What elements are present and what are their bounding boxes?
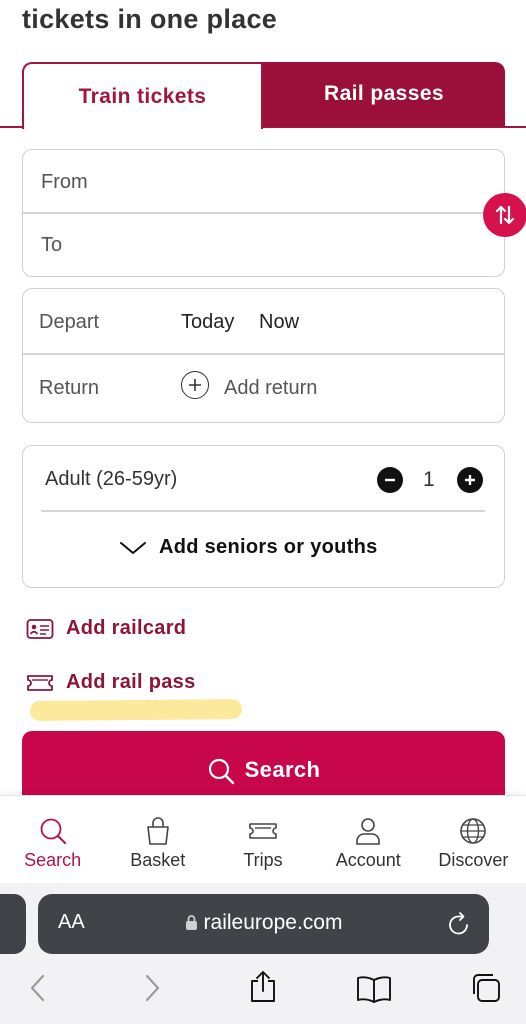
reload-icon: [449, 912, 468, 935]
add-seniors-or-youths-button[interactable]: Add seniors or youths: [119, 536, 378, 559]
to-field[interactable]: To: [41, 234, 62, 257]
share-button[interactable]: [248, 969, 278, 1008]
divider: [41, 510, 485, 512]
chevron-left-icon: [30, 974, 45, 1002]
plus-circle-icon[interactable]: [181, 371, 209, 399]
passengers-card: Adult (26-59yr) 1 Add seniors or youths: [22, 445, 505, 588]
nav-search[interactable]: Search: [0, 796, 105, 883]
book-icon: [357, 976, 391, 1003]
search-icon: [208, 758, 234, 785]
passenger-type: Adult (26-59yr): [45, 468, 178, 490]
add-rail-pass-link[interactable]: Add rail pass: [26, 671, 196, 694]
depart-label: Depart: [39, 311, 100, 333]
chevron-down-icon: [120, 541, 146, 554]
nav-account-label: Account: [335, 850, 401, 870]
add-railcard-label: Add railcard: [66, 617, 187, 639]
highlighter-mark: [29, 699, 243, 721]
basket-icon: [146, 817, 169, 845]
lock-icon: [185, 915, 197, 930]
page-headline: tickets in one place: [22, 4, 278, 34]
nav-discover[interactable]: Discover: [421, 796, 526, 883]
chevron-right-icon: [145, 974, 160, 1002]
search-icon: [40, 818, 66, 844]
search-button-label: Search: [244, 757, 321, 782]
add-rail-pass-label: Add rail pass: [66, 671, 196, 693]
route-card: From To: [22, 149, 505, 277]
ticket-icon: [249, 823, 277, 839]
browser-toolbar: AA raileurope.com: [0, 883, 526, 1024]
nav-basket-label: Basket: [130, 850, 186, 870]
tab-train-tickets[interactable]: Train tickets: [22, 62, 263, 129]
url-text: raileurope.com: [203, 911, 343, 934]
add-seniors-label: Add seniors or youths: [159, 536, 378, 558]
tabs-icon: [473, 974, 500, 1002]
nav-trips[interactable]: Trips: [210, 796, 315, 883]
nav-account[interactable]: Account: [316, 796, 421, 883]
previous-tab-peek[interactable]: [0, 894, 26, 954]
ticket-icon: [26, 672, 54, 694]
depart-time[interactable]: Now: [259, 311, 299, 334]
plus-icon: [465, 475, 475, 485]
divider: [23, 353, 504, 355]
reload-button[interactable]: [447, 911, 471, 942]
tab-rail-passes[interactable]: Rail passes: [263, 62, 505, 126]
url-display[interactable]: raileurope.com: [38, 911, 489, 935]
decrement-button[interactable]: [377, 467, 403, 493]
back-button[interactable]: [28, 973, 48, 1008]
dates-card: Depart Today Now Return Add return: [22, 288, 505, 423]
depart-day[interactable]: Today: [181, 311, 234, 334]
share-icon: [251, 971, 275, 1002]
nav-trips-label: Trips: [243, 850, 283, 870]
return-label: Return: [39, 377, 100, 399]
minus-icon: [385, 478, 395, 482]
add-railcard-link[interactable]: Add railcard: [26, 617, 186, 640]
nav-search-label: Search: [24, 850, 82, 870]
nav-basket[interactable]: Basket: [105, 796, 210, 883]
from-field[interactable]: From: [41, 171, 88, 194]
swap-stations-button[interactable]: [483, 193, 526, 237]
swap-arrows-icon: [495, 205, 515, 225]
nav-discover-label: Discover: [438, 850, 509, 870]
address-bar[interactable]: AA raileurope.com: [38, 894, 489, 954]
bookmarks-button[interactable]: [356, 975, 392, 1008]
increment-button[interactable]: [457, 467, 483, 493]
add-return-button[interactable]: Add return: [224, 377, 317, 400]
globe-icon: [460, 818, 487, 844]
person-icon: [356, 818, 381, 845]
passenger-count: 1: [423, 468, 435, 491]
divider: [23, 212, 504, 214]
id-card-icon: [26, 618, 54, 640]
bottom-navigation: Search Basket Trips Account Discover: [0, 795, 526, 883]
tabs-button[interactable]: [470, 972, 502, 1009]
forward-button[interactable]: [142, 973, 162, 1008]
